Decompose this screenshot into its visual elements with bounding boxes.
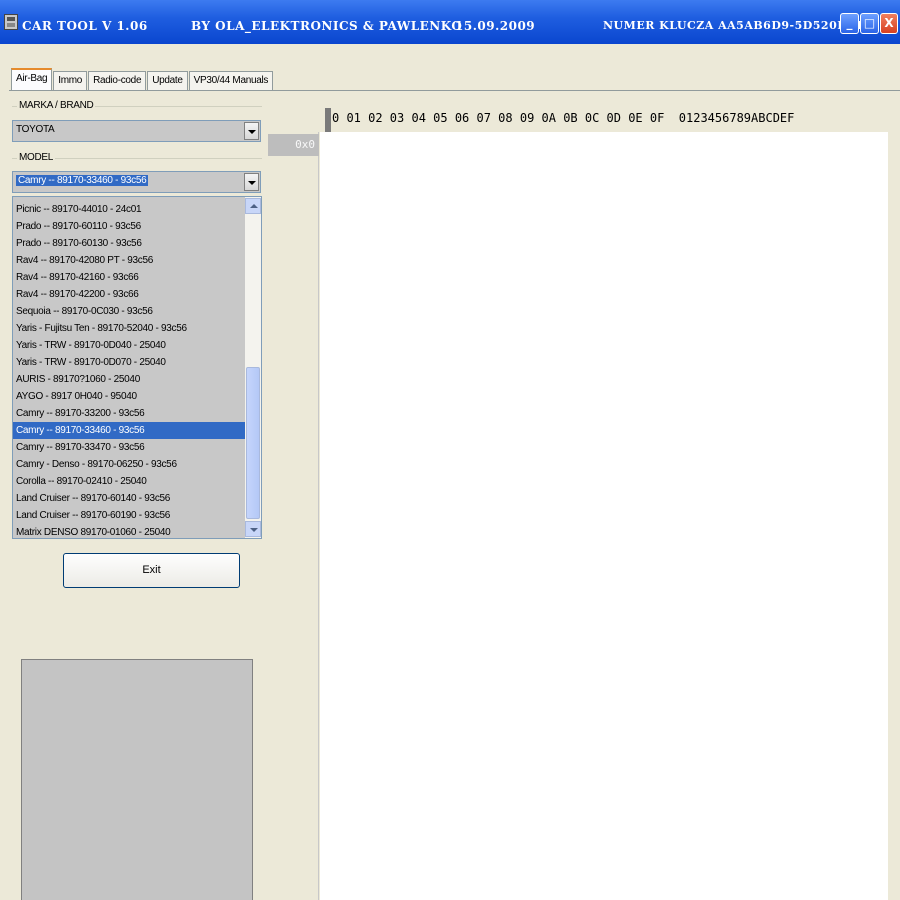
brand-select-value: TOYOTA — [16, 124, 55, 135]
tab-air-bag[interactable]: Air-Bag — [11, 68, 53, 90]
chevron-down-icon[interactable] — [244, 122, 259, 140]
list-item[interactable]: Yaris - Fujitsu Ten - 89170-52040 - 93c5… — [13, 320, 245, 337]
list-item[interactable]: Matrix DENSO 89170-01060 - 25040 — [13, 524, 245, 538]
hex-row-label: 0x0 — [268, 134, 319, 156]
minimize-button[interactable]: _ — [840, 13, 859, 34]
tab-update[interactable]: Update — [147, 71, 188, 90]
model-group-label: MODEL — [17, 152, 56, 163]
list-item[interactable]: Prado -- 89170-60110 - 93c56 — [13, 218, 245, 235]
app-icon — [4, 14, 18, 30]
exit-button[interactable]: Exit — [63, 553, 240, 588]
brand-select[interactable]: TOYOTA — [12, 120, 261, 142]
hex-right-edge — [888, 102, 900, 900]
list-item[interactable]: Yaris - TRW - 89170-0D070 - 25040 — [13, 354, 245, 371]
list-item[interactable]: Sequoia -- 89170-0C030 - 93c56 — [13, 303, 245, 320]
maximize-button[interactable]: □ — [860, 13, 879, 34]
hex-corner — [268, 102, 323, 132]
list-item[interactable]: Prado -- 89170-60130 - 93c56 — [13, 235, 245, 252]
brand-group-label: MARKA / BRAND — [17, 100, 96, 111]
scroll-down-icon[interactable] — [245, 521, 261, 537]
scroll-thumb[interactable] — [246, 367, 260, 519]
close-button[interactable]: X — [880, 13, 898, 34]
title-bar: CAR TOOL V 1.06 BY OLA_ELEKTRONICS & PAW… — [0, 0, 900, 44]
authors-label: BY OLA_ELEKTRONICS & PAWLENKO — [191, 19, 463, 33]
model-list-items: Picnic -- 89170-44010 - 24c01 Prado -- 89… — [13, 201, 245, 538]
tab-radio-code[interactable]: Radio-code — [88, 71, 147, 90]
list-item[interactable]: Camry -- 89170-33460 - 93c56 — [13, 422, 245, 439]
list-item[interactable]: Land Cruiser -- 89170-60140 - 93c56 — [13, 490, 245, 507]
tab-immo[interactable]: Immo — [53, 71, 88, 90]
maximize-icon: □ — [863, 16, 876, 30]
list-item[interactable]: Camry -- 89170-33470 - 93c56 — [13, 439, 245, 456]
list-item[interactable]: Corolla -- 89170-02410 - 25040 — [13, 473, 245, 490]
list-item[interactable]: Rav4 -- 89170-42160 - 93c66 — [13, 269, 245, 286]
list-item[interactable]: Picnic -- 89170-44010 - 24c01 — [13, 201, 245, 218]
hex-column-headers: 0 01 02 03 04 05 06 07 08 09 0A 0B 0C 0D… — [332, 111, 795, 125]
model-list[interactable]: Picnic -- 89170-44010 - 24c01 Prado -- 89… — [12, 196, 262, 539]
app-title: CAR TOOL V 1.06 — [22, 19, 148, 33]
list-item[interactable]: Land Cruiser -- 89170-60190 - 93c56 — [13, 507, 245, 524]
image-panel — [21, 659, 253, 900]
model-list-scrollbar[interactable] — [245, 197, 261, 538]
hex-header: 0 01 02 03 04 05 06 07 08 09 0A 0B 0C 0D… — [268, 102, 888, 132]
hex-editor[interactable] — [320, 132, 888, 900]
scroll-up-icon[interactable] — [245, 198, 261, 214]
hex-row-headers: 0x0 — [268, 132, 319, 900]
model-select[interactable]: Camry -- 89170-33460 - 93c56 — [12, 171, 261, 193]
chevron-down-icon[interactable] — [244, 173, 259, 191]
tab-strip: Air-Bag Immo Radio-code Update VP30/44 M… — [11, 68, 274, 90]
date-label: 15.09.2009 — [455, 19, 536, 33]
list-item[interactable]: Yaris - TRW - 89170-0D040 - 25040 — [13, 337, 245, 354]
tab-vp30-manuals[interactable]: VP30/44 Manuals — [188, 71, 274, 90]
list-item[interactable]: Rav4 -- 89170-42200 - 93c66 — [13, 286, 245, 303]
list-item[interactable]: AURIS - 89170?1060 - 25040 — [13, 371, 245, 388]
list-item[interactable]: Rav4 -- 89170-42080 PT - 93c56 — [13, 252, 245, 269]
hex-caret — [325, 108, 331, 132]
minimize-icon: _ — [846, 16, 853, 30]
list-item[interactable]: Camry -- 89170-33200 - 93c56 — [13, 405, 245, 422]
main-window: Air-Bag Immo Radio-code Update VP30/44 M… — [0, 44, 900, 900]
key-label: NUMER KLUCZA AA5AB6D9-5D520LA4- — [603, 19, 868, 32]
close-icon: X — [884, 16, 894, 30]
list-item[interactable]: AYGO - 8917 0H040 - 95040 — [13, 388, 245, 405]
list-item[interactable]: Camry - Denso - 89170-06250 - 93c56 — [13, 456, 245, 473]
model-select-value: Camry -- 89170-33460 - 93c56 — [16, 175, 149, 186]
